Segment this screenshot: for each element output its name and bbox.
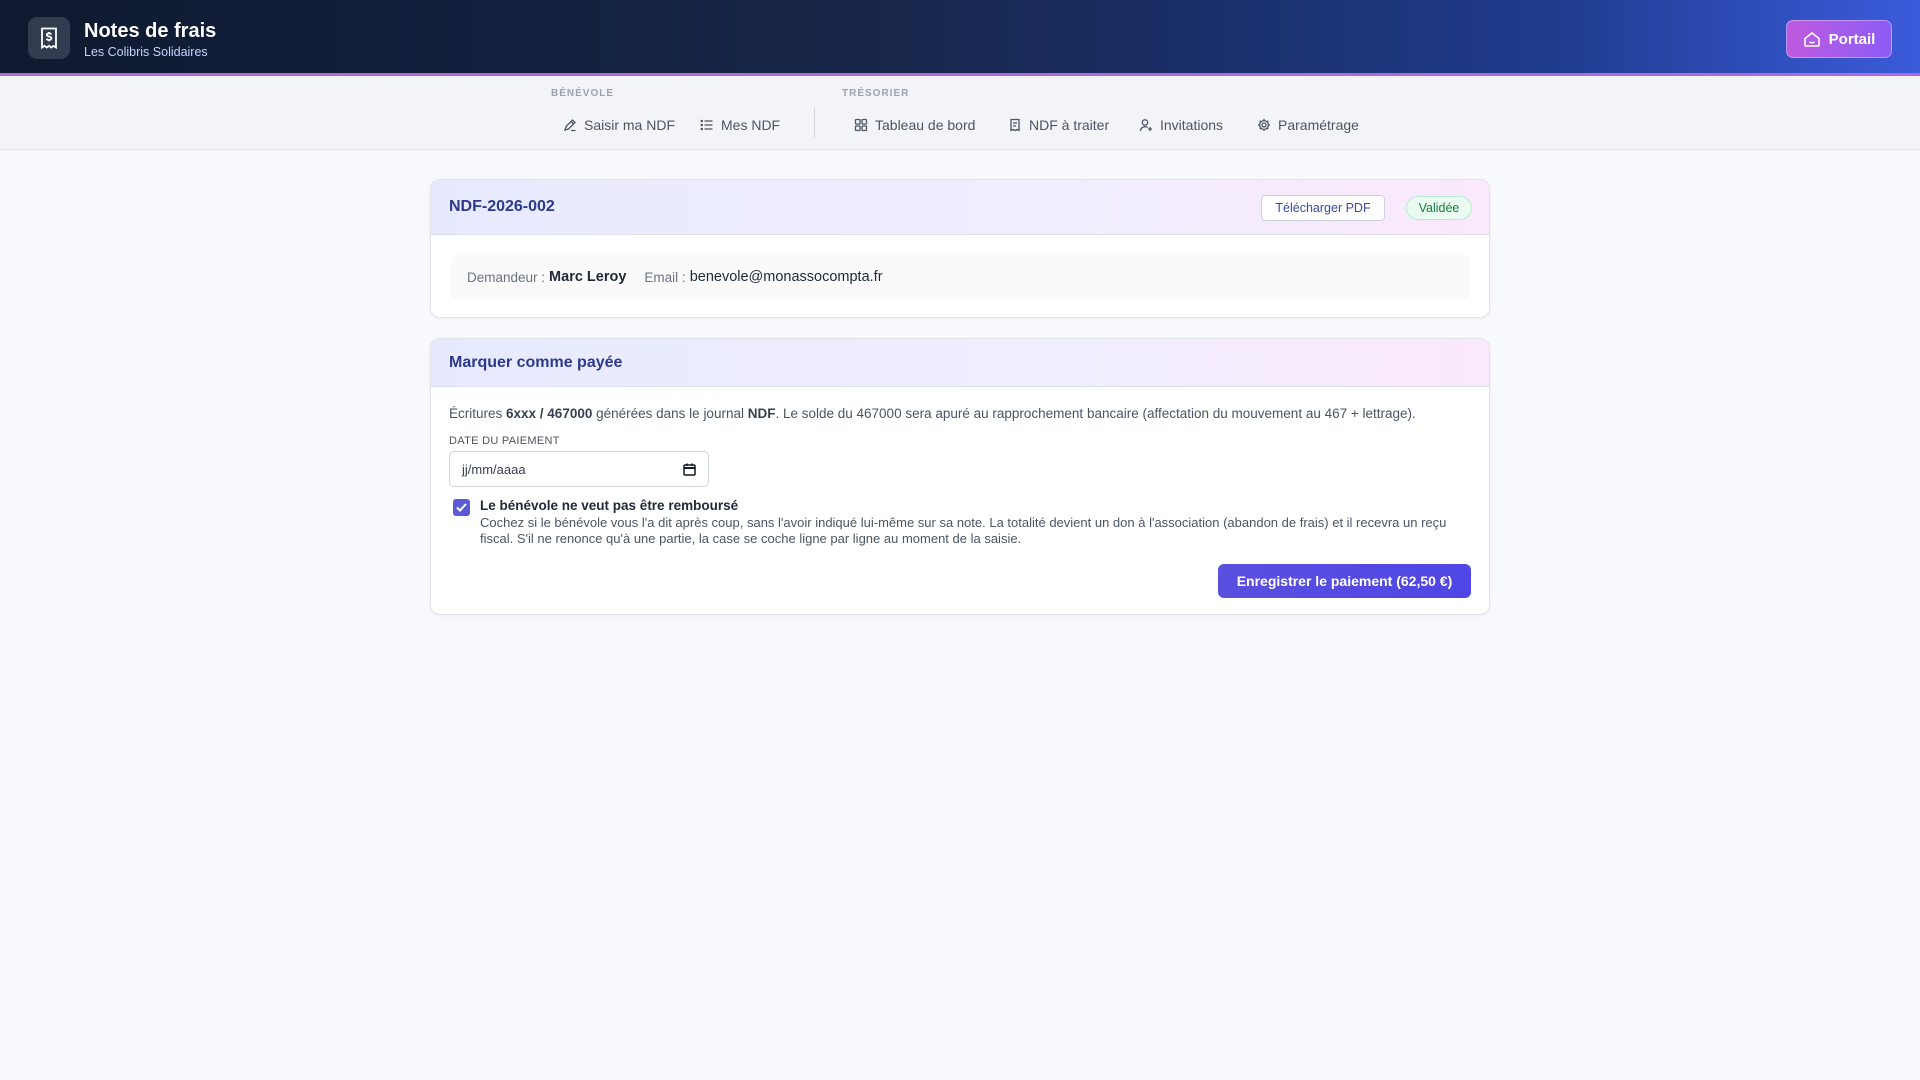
- nav-item-label: Tableau de bord: [875, 117, 976, 133]
- checkmark-icon: [456, 503, 467, 512]
- nav-item-label: Mes NDF: [721, 117, 781, 133]
- requester-name: Marc Leroy: [549, 269, 627, 285]
- pen-icon: [564, 119, 576, 132]
- requester-info-row: Demandeur : Marc Leroy Email : benevole@…: [451, 255, 1471, 299]
- nav-item-ndf-a-traiter[interactable]: NDF à traiter: [1008, 112, 1109, 138]
- email-label: Email :: [644, 269, 686, 285]
- grid-icon: [854, 118, 868, 132]
- user-plus-icon: [1139, 119, 1152, 132]
- journal-text: NDF: [747, 406, 776, 421]
- accounting-description: Écritures 6xxx / 467000 générées dans le…: [449, 406, 1416, 421]
- app-title: Notes de frais: [84, 20, 217, 42]
- payment-date-label: DATE DU PAIEMENT: [449, 435, 560, 447]
- nav-item-label: Saisir ma NDF: [584, 117, 676, 133]
- waive-reimbursement-description: Cochez si le bénévole vous l'a dit après…: [480, 515, 1447, 546]
- home-icon: [1803, 31, 1820, 47]
- portal-button[interactable]: Portail: [1786, 20, 1892, 58]
- app-header: Notes de frais Les Colibris Solidaires P…: [0, 0, 1920, 76]
- requester-email: benevole@monassocompta.fr: [689, 269, 883, 285]
- accounts-text: 6xxx / 467000: [506, 406, 593, 421]
- mark-paid-card-header: Marquer comme payée: [431, 339, 1489, 387]
- receipt-logo-icon: [28, 17, 70, 59]
- requester-label: Demandeur :: [467, 269, 546, 285]
- download-pdf-button[interactable]: Télécharger PDF: [1261, 195, 1385, 221]
- app-subtitle: Les Colibris Solidaires: [84, 45, 208, 59]
- nav-item-invitations[interactable]: Invitations: [1139, 112, 1223, 138]
- main-nav: BÉNÉVOLE TRÉSORIER Saisir ma NDF Mes NDF…: [0, 76, 1920, 150]
- status-badge: Validée: [1406, 196, 1472, 220]
- ndf-summary-card: NDF-2026-002 Télécharger PDF Validée Dem…: [430, 179, 1490, 318]
- payment-date-input[interactable]: jj/mm/aaaa: [449, 451, 709, 487]
- nav-group-tresorier: TRÉSORIER: [842, 88, 910, 99]
- nav-divider: [814, 108, 815, 138]
- gear-icon: [1258, 119, 1270, 131]
- receipt-icon: [1010, 118, 1020, 132]
- nav-item-saisir-ndf[interactable]: Saisir ma NDF: [563, 112, 675, 138]
- mark-paid-card: Marquer comme payée Écritures 6xxx / 467…: [430, 338, 1490, 615]
- ndf-reference: NDF-2026-002: [449, 198, 555, 215]
- waive-reimbursement-checkbox[interactable]: [453, 499, 470, 516]
- nav-item-label: Invitations: [1160, 117, 1224, 133]
- nav-item-tableau-de-bord[interactable]: Tableau de bord: [854, 112, 975, 138]
- ndf-card-header: NDF-2026-002 Télécharger PDF Validée: [431, 180, 1489, 235]
- nav-item-label: NDF à traiter: [1029, 117, 1110, 133]
- save-payment-button[interactable]: Enregistrer le paiement (62,50 €): [1218, 564, 1471, 598]
- nav-item-mes-ndf[interactable]: Mes NDF: [700, 112, 780, 138]
- mark-paid-title: Marquer comme payée: [449, 354, 623, 371]
- list-icon: [700, 119, 713, 131]
- waive-reimbursement-title: Le bénévole ne veut pas être remboursé: [480, 498, 739, 513]
- nav-group-benevole: BÉNÉVOLE: [551, 88, 615, 99]
- nav-item-label: Paramétrage: [1278, 117, 1359, 133]
- nav-item-parametrage[interactable]: Paramétrage: [1257, 112, 1359, 138]
- date-placeholder: jj/mm/aaaa: [462, 461, 526, 477]
- calendar-icon[interactable]: [683, 463, 696, 476]
- portal-button-label: Portail: [1828, 30, 1876, 48]
